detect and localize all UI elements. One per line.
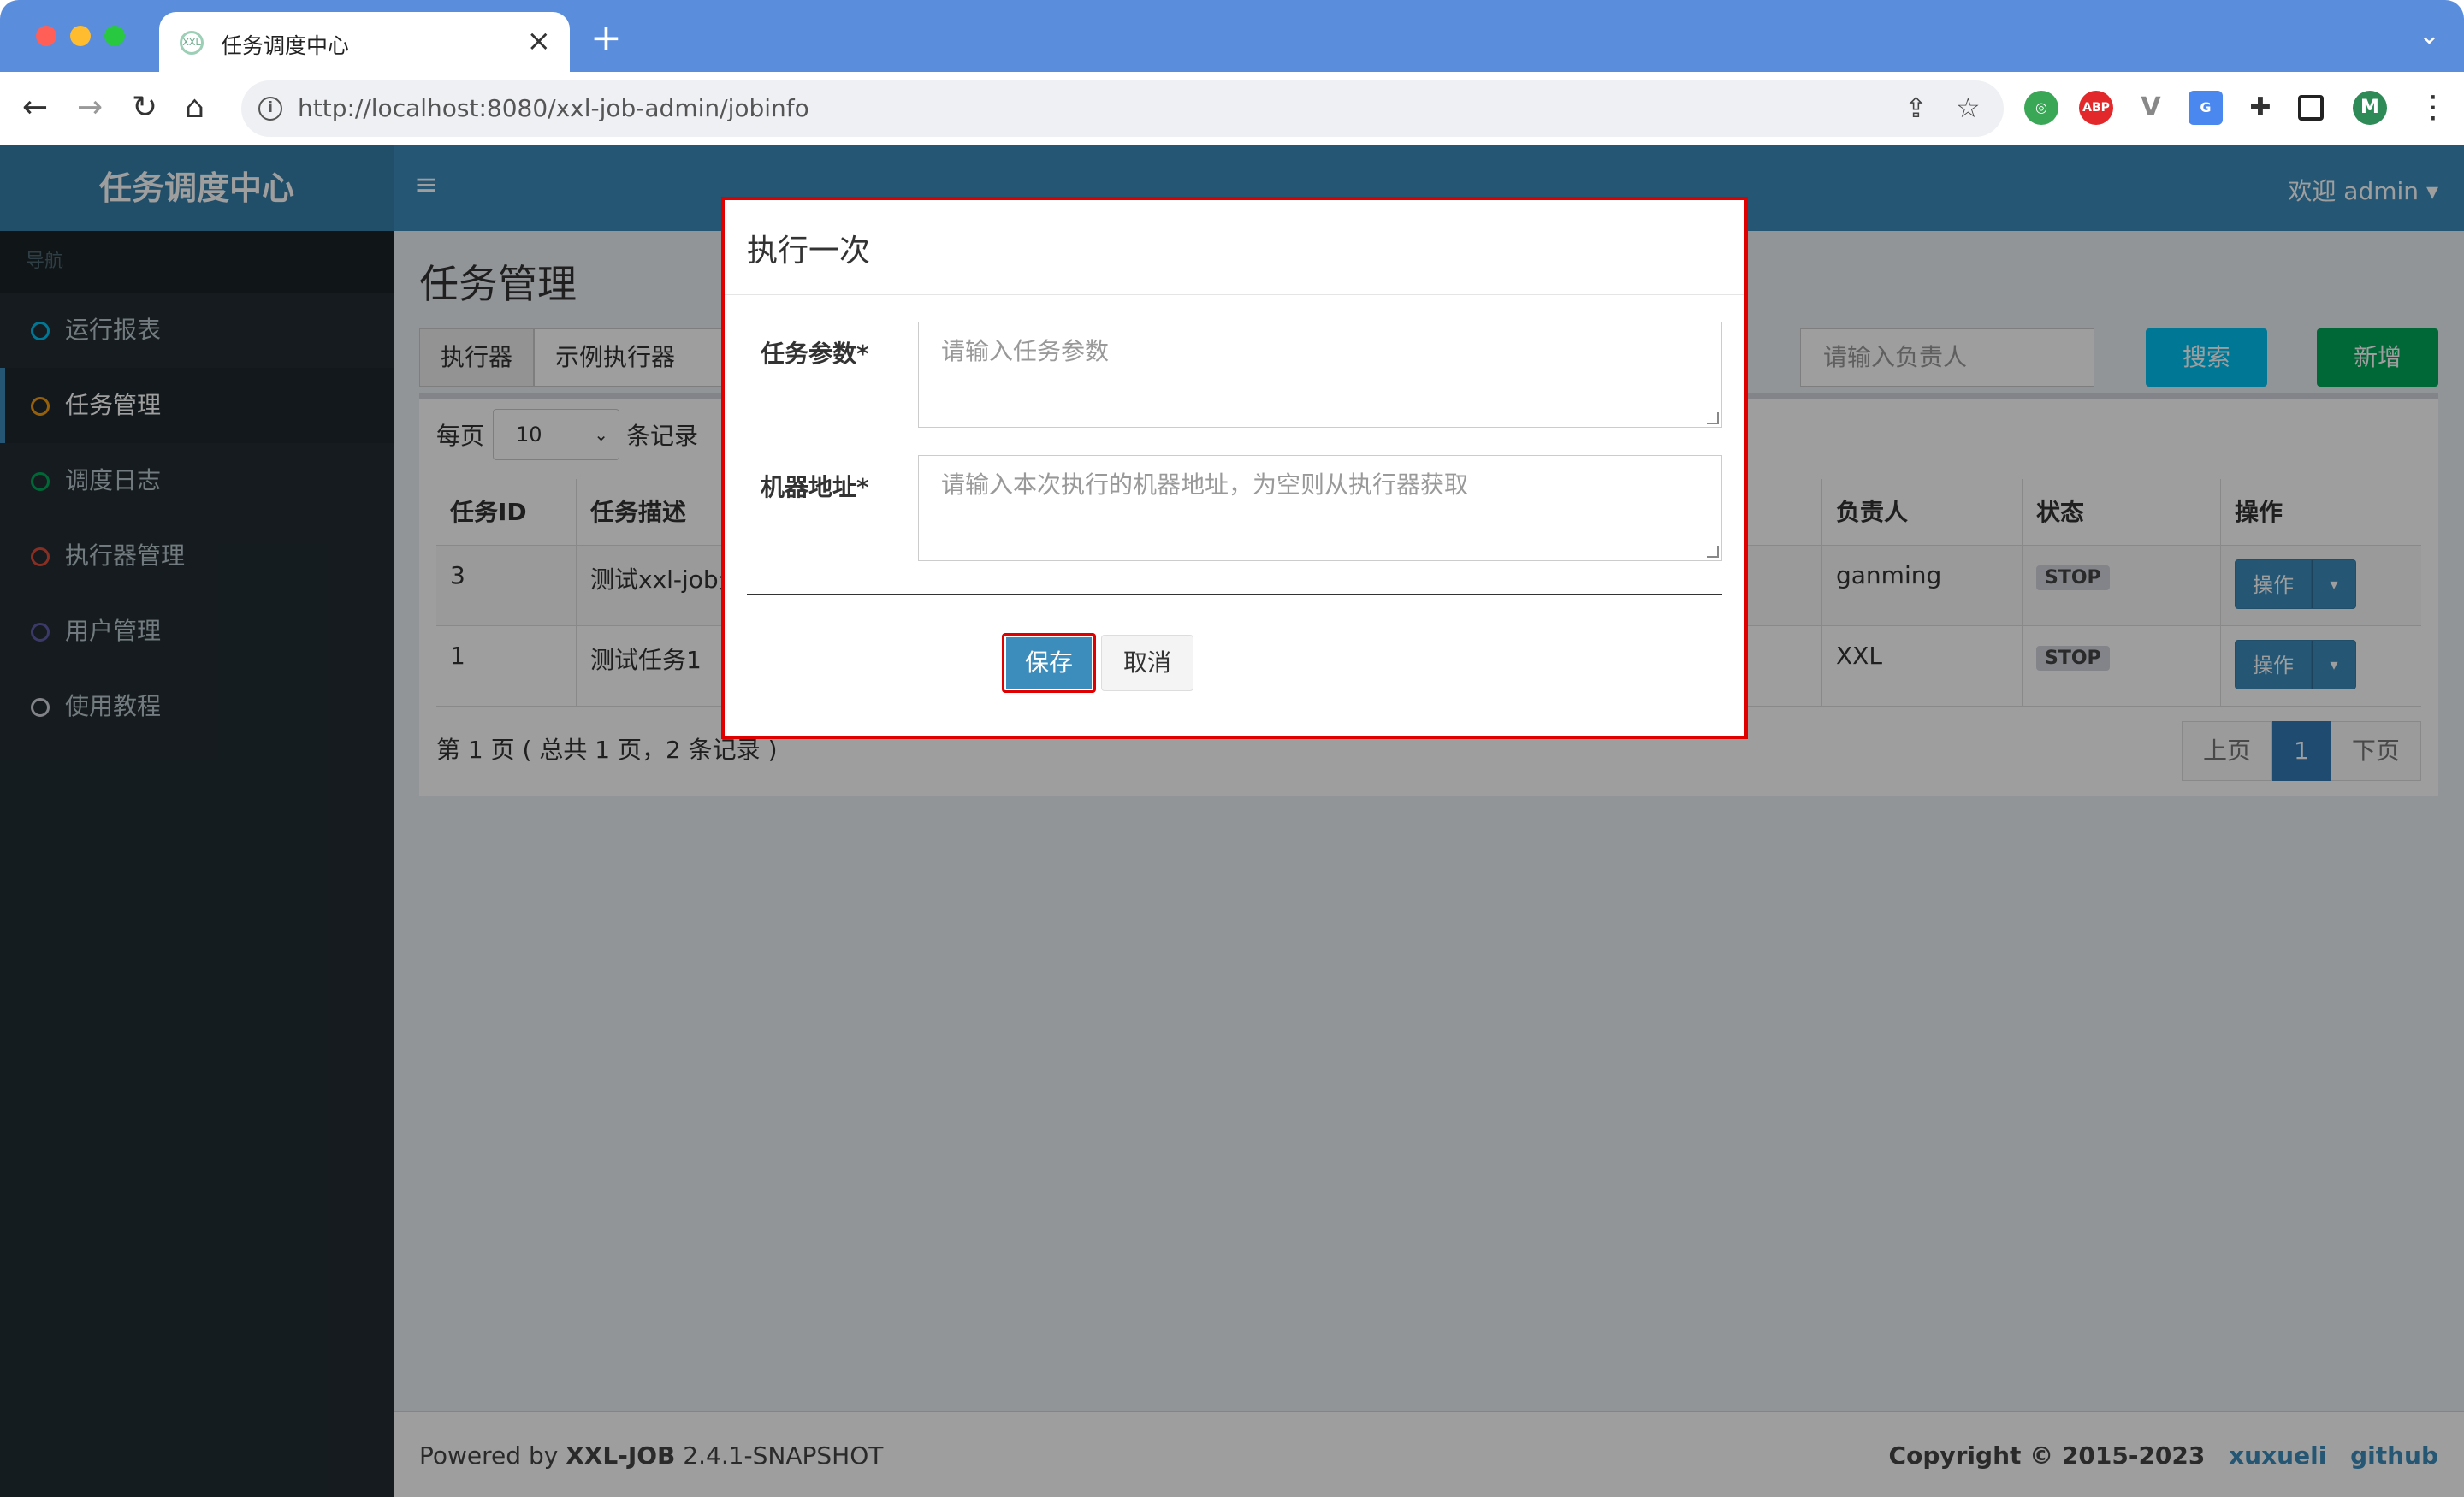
resize-handle-icon[interactable] <box>1707 412 1719 424</box>
adblock-extension-icon[interactable]: ABP <box>2079 91 2113 125</box>
browser-toolbar: ← → ↻ ⌂ i http://localhost:8080/xxl-job-… <box>0 72 2464 145</box>
form-divider <box>747 594 1722 595</box>
modal-title: 执行一次 <box>747 234 871 269</box>
save-button[interactable]: 保存 <box>1002 633 1096 693</box>
profile-avatar[interactable]: M <box>2353 91 2387 125</box>
vue-extension-icon[interactable]: V <box>2134 91 2168 125</box>
browser-tab-bar: XXL 任务调度中心 × + ⌄ <box>0 0 2464 72</box>
modal-divider <box>725 294 1744 295</box>
globe-extension-icon[interactable]: ◎ <box>2024 91 2058 125</box>
param-placeholder: 请输入任务参数 <box>941 337 1110 365</box>
browser-menu-icon[interactable]: ⋮ <box>2418 89 2449 127</box>
close-window-button[interactable] <box>36 26 56 46</box>
trigger-once-modal: 执行一次 任务参数* 请输入任务参数 机器地址* 请输入本次执行的机器地址，为空… <box>721 197 1748 739</box>
side-panel-icon[interactable] <box>2298 95 2324 121</box>
share-icon[interactable]: ⇪ <box>1904 91 1928 125</box>
translate-extension-icon[interactable]: G <box>2189 91 2223 125</box>
info-icon[interactable]: i <box>258 97 282 121</box>
cancel-button[interactable]: 取消 <box>1101 635 1194 691</box>
new-tab-button[interactable]: + <box>590 19 622 58</box>
favicon-icon: XXL <box>180 31 204 55</box>
tab-title: 任务调度中心 <box>221 33 350 58</box>
maximize-window-button[interactable] <box>104 26 125 46</box>
minimize-window-button[interactable] <box>70 26 91 46</box>
address-placeholder: 请输入本次执行的机器地址，为空则从执行器获取 <box>941 470 1469 499</box>
param-textarea[interactable]: 请输入任务参数 <box>918 322 1722 428</box>
close-icon[interactable]: × <box>527 24 552 58</box>
back-arrow-icon[interactable]: ← <box>22 89 48 127</box>
address-bar[interactable]: i http://localhost:8080/xxl-job-admin/jo… <box>241 80 2004 137</box>
home-icon[interactable]: ⌂ <box>185 89 204 127</box>
resize-handle-icon[interactable] <box>1707 546 1719 558</box>
bookmark-star-icon[interactable]: ☆ <box>1956 91 1981 125</box>
forward-arrow-icon[interactable]: → <box>77 89 103 127</box>
reload-icon[interactable]: ↻ <box>132 89 157 127</box>
browser-tab[interactable]: XXL 任务调度中心 × <box>159 12 570 72</box>
url-text[interactable]: http://localhost:8080/xxl-job-admin/jobi… <box>298 94 809 122</box>
param-label: 任务参数* <box>761 340 869 368</box>
chevron-down-icon[interactable]: ⌄ <box>2419 21 2440 50</box>
puzzle-icon[interactable]: ✚ <box>2243 91 2277 125</box>
address-label: 机器地址* <box>761 473 869 501</box>
address-textarea[interactable]: 请输入本次执行的机器地址，为空则从执行器获取 <box>918 455 1722 561</box>
